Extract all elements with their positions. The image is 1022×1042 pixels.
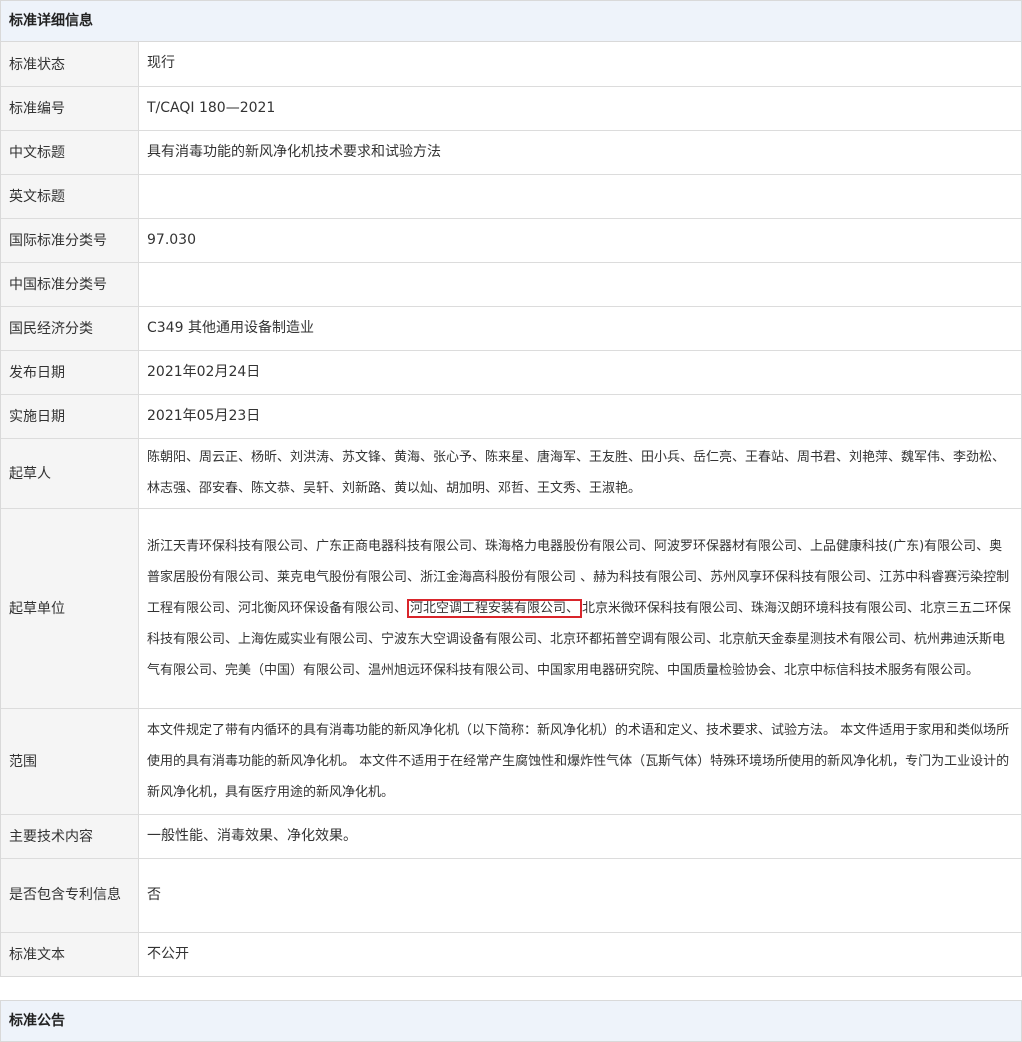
table-row: 标准状态 现行 [1,42,1021,86]
detail-panel-title: 标准详细信息 [1,1,1021,42]
row-value-number: T/CAQI 180—2021 [138,85,1021,130]
table-row: 英文标题 [1,173,1021,218]
table-row: 实施日期 2021年05月23日 [1,393,1021,438]
row-label-status: 标准状态 [1,42,139,86]
row-value-patent: 否 [138,857,1021,932]
table-row: 中国标准分类号 [1,261,1021,306]
row-label-effective-date: 实施日期 [1,393,139,438]
table-row: 起草人 陈朝阳、周云正、杨昕、刘洪涛、苏文锋、黄海、张心予、陈来星、唐海军、王友… [1,437,1021,508]
detail-table: 标准状态 现行 标准编号 T/CAQI 180—2021 中文标题 具有消毒功能… [1,42,1021,976]
highlighted-unit: 河北空调工程安装有限公司、 [407,598,583,618]
table-row: 主要技术内容 一般性能、消毒效果、净化效果。 [1,813,1021,858]
row-value-status: 现行 [138,42,1021,86]
table-row: 是否包含专利信息 否 [1,857,1021,932]
row-label-economy: 国民经济分类 [1,305,139,350]
row-value-cn-title: 具有消毒功能的新风净化机技术要求和试验方法 [138,129,1021,174]
row-value-drafting-units: 浙江天青环保科技有限公司、广东正商电器科技有限公司、珠海格力电器股份有限公司、阿… [138,507,1021,708]
row-value-publish-date: 2021年02月24日 [138,349,1021,394]
table-row: 国民经济分类 C349 其他通用设备制造业 [1,305,1021,350]
row-value-economy: C349 其他通用设备制造业 [138,305,1021,350]
row-label-drafting-units: 起草单位 [1,507,139,708]
row-label-ccs: 中国标准分类号 [1,261,139,306]
row-label-cn-title: 中文标题 [1,129,139,174]
row-label-text: 标准文本 [1,931,139,976]
table-row: 范围 本文件规定了带有内循环的具有消毒功能的新风净化机（以下简称：新风净化机）的… [1,707,1021,814]
row-label-main-content: 主要技术内容 [1,813,139,858]
row-value-en-title [138,173,1021,218]
row-label-number: 标准编号 [1,85,139,130]
row-value-drafters: 陈朝阳、周云正、杨昕、刘洪涛、苏文锋、黄海、张心予、陈来星、唐海军、王友胜、田小… [138,437,1021,508]
table-row: 标准编号 T/CAQI 180—2021 [1,85,1021,130]
row-value-text: 不公开 [138,931,1021,976]
row-value-effective-date: 2021年05月23日 [138,393,1021,438]
row-label-drafters: 起草人 [1,437,139,508]
row-label-patent: 是否包含专利信息 [1,857,139,932]
row-label-ics: 国际标准分类号 [1,217,139,262]
row-label-publish-date: 发布日期 [1,349,139,394]
row-label-en-title: 英文标题 [1,173,139,218]
row-value-ccs [138,261,1021,306]
row-value-ics: 97.030 [138,217,1021,262]
table-row: 标准文本 不公开 [1,931,1021,976]
row-value-main-content: 一般性能、消毒效果、净化效果。 [138,813,1021,858]
row-value-scope: 本文件规定了带有内循环的具有消毒功能的新风净化机（以下简称：新风净化机）的术语和… [138,707,1021,814]
row-label-scope: 范围 [1,707,139,814]
detail-panel: 标准详细信息 标准状态 现行 标准编号 T/CAQI 180—2021 中文标题… [0,0,1022,977]
announcement-panel: 标准公告 [0,1000,1022,1042]
table-row: 起草单位 浙江天青环保科技有限公司、广东正商电器科技有限公司、珠海格力电器股份有… [1,507,1021,708]
announcement-panel-title: 标准公告 [1,1001,1021,1041]
table-row: 中文标题 具有消毒功能的新风净化机技术要求和试验方法 [1,129,1021,174]
table-row: 发布日期 2021年02月24日 [1,349,1021,394]
table-row: 国际标准分类号 97.030 [1,217,1021,262]
